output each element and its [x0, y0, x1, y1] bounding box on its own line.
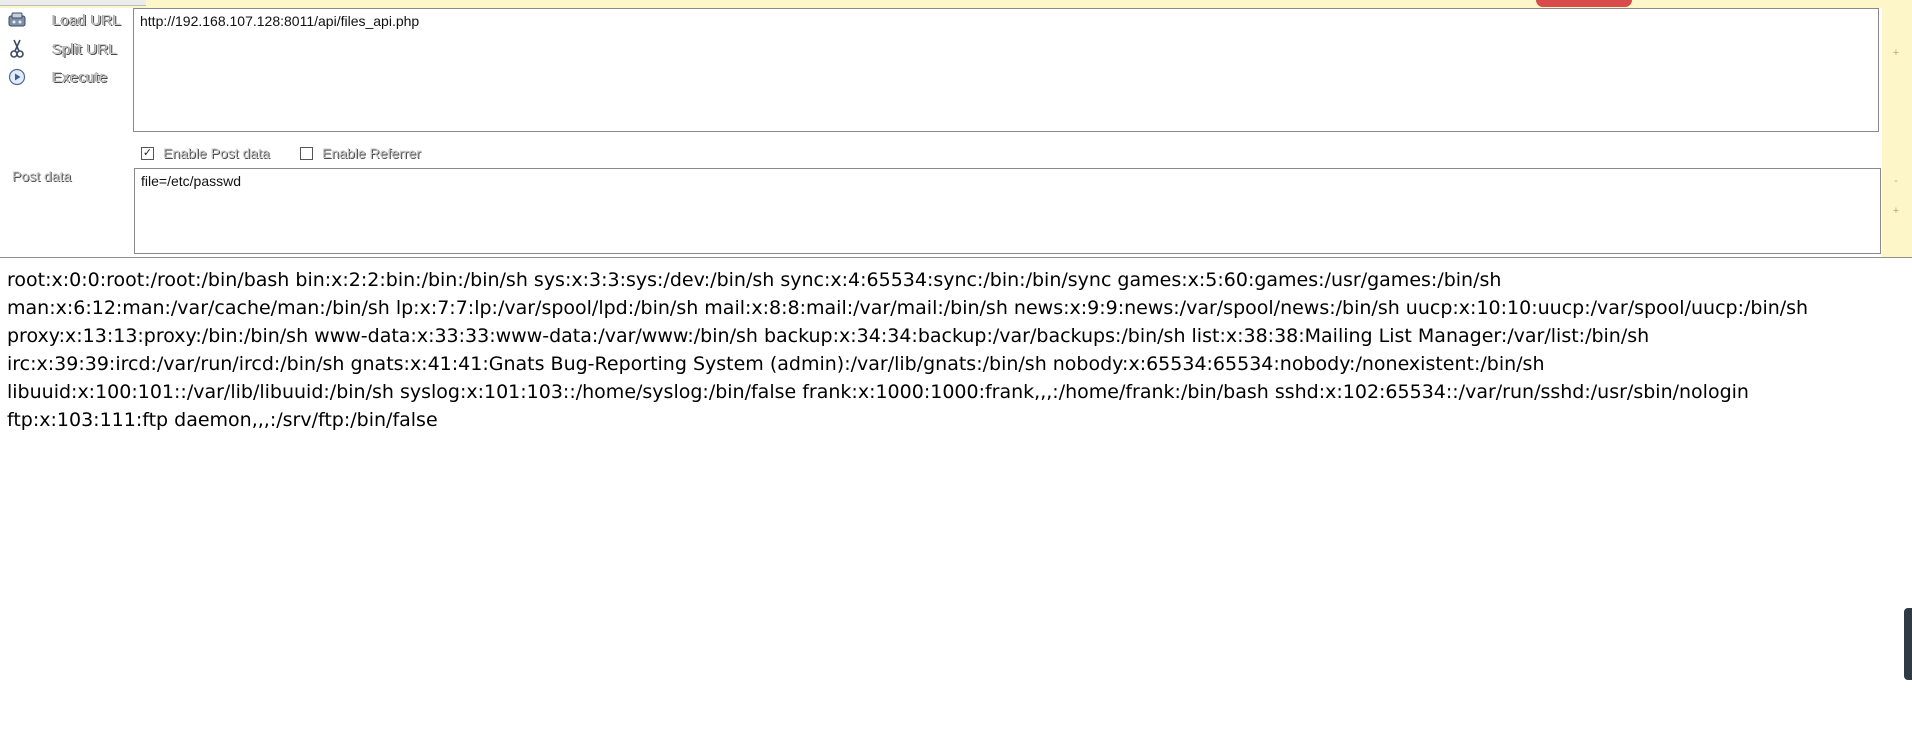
- theme-header-strip: [0, 0, 1912, 8]
- collapse-icon[interactable]: -: [1891, 176, 1901, 187]
- enable-post-data-toggle[interactable]: ✓ Enable Post data: [141, 143, 270, 163]
- post-data-label: Post data: [12, 168, 72, 184]
- panel-divider: [0, 257, 1912, 258]
- url-input[interactable]: http://192.168.107.128:8011/api/files_ap…: [133, 8, 1879, 132]
- load-url-button[interactable]: Load URL: [6, 8, 121, 32]
- execute-button[interactable]: Execute: [6, 65, 108, 89]
- enable-referrer-label: Enable Referrer: [322, 145, 421, 161]
- expand-icon[interactable]: +: [1891, 48, 1901, 59]
- tab-edge: [0, 0, 146, 6]
- load-url-icon: [6, 9, 28, 31]
- response-body-text: root:x:0:0:root:/root:/bin/bash bin:x:2:…: [7, 269, 1809, 431]
- scissors-icon: [6, 38, 28, 60]
- enable-post-data-label: Enable Post data: [163, 145, 270, 161]
- expand-icon[interactable]: +: [1891, 206, 1901, 217]
- load-url-label: Load URL: [52, 11, 122, 29]
- play-icon: [6, 66, 28, 88]
- hackbar-panel: + - + Load URL Split URL Execute http://…: [0, 0, 1912, 258]
- enable-post-data-checkbox[interactable]: ✓: [141, 146, 154, 160]
- enable-referrer-toggle[interactable]: Enable Referrer: [300, 143, 421, 163]
- split-url-label: Split URL: [52, 40, 118, 58]
- execute-label: Execute: [52, 68, 108, 86]
- theme-artwork: [1536, 0, 1632, 7]
- post-data-input[interactable]: file=/etc/passwd: [134, 168, 1881, 254]
- scrollbar-thumb[interactable]: [1904, 608, 1912, 680]
- theme-side-strip: + - +: [1882, 8, 1912, 258]
- enable-referrer-checkbox[interactable]: [300, 146, 313, 160]
- split-url-button[interactable]: Split URL: [6, 37, 117, 61]
